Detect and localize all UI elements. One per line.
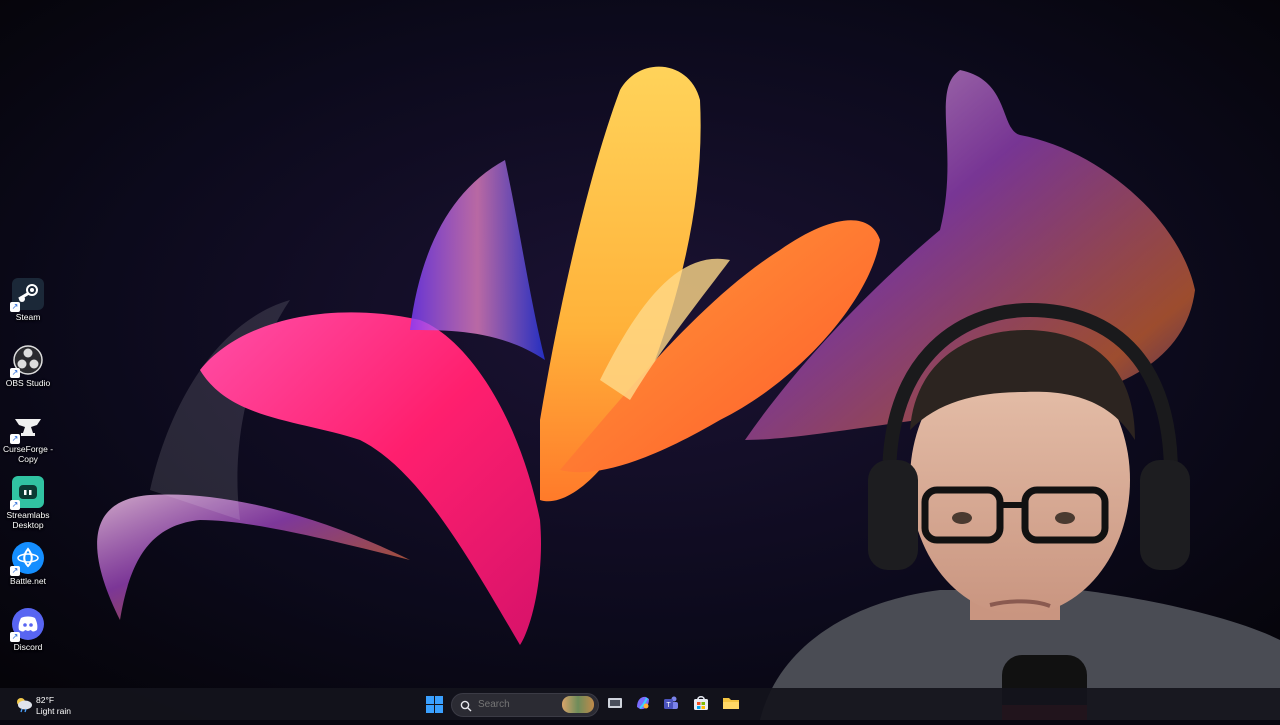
start-button[interactable] [426, 696, 443, 713]
search-icon [460, 699, 472, 712]
copilot-icon [637, 696, 649, 710]
weather-widget[interactable]: 82°F Light rain [14, 692, 94, 716]
desktop-icon-steam[interactable]: ↗ Steam [2, 276, 54, 338]
file-explorer-icon [723, 698, 739, 709]
desktop-icon-label: Streamlabs Desktop [6, 510, 50, 530]
desktop-icon-curseforge[interactable]: ↗ CurseForge - Copy [2, 408, 54, 470]
desktop-icon-label: CurseForge - Copy [2, 444, 54, 464]
search-highlight-image [562, 696, 594, 713]
desktop-icon-label: Battle.net [10, 576, 46, 586]
weather-temp: 82°F [36, 695, 55, 705]
desktop-icon-battlenet[interactable]: ↗ Battle.net [2, 540, 54, 602]
obs-icon: ↗ [10, 344, 44, 378]
desktop-icon-obs-studio[interactable]: ↗ OBS Studio [2, 342, 54, 404]
teams-button[interactable]: T [662, 694, 680, 712]
battlenet-icon: ↗ [10, 542, 44, 576]
store-button[interactable] [692, 694, 710, 712]
streamlabs-icon: ↗ [10, 476, 44, 510]
store-icon [694, 696, 708, 710]
weather-icon [14, 694, 34, 714]
svg-text:T: T [666, 702, 671, 709]
desktop-icon-label: Discord [13, 642, 43, 652]
task-view-button[interactable] [606, 694, 624, 712]
taskbar: 82°F Light rain T [0, 688, 1280, 720]
desktop-icon-label: Steam [15, 312, 41, 322]
desktop-icon-discord[interactable]: ↗ Discord [2, 606, 54, 668]
curseforge-icon: ↗ [10, 410, 44, 444]
discord-icon: ↗ [10, 608, 44, 642]
start-icon [426, 696, 443, 713]
steam-icon: ↗ [10, 278, 44, 312]
task-view-icon [608, 698, 622, 708]
weather-condition: Light rain [36, 706, 71, 716]
copilot-button[interactable] [634, 694, 652, 712]
desktop-icon-streamlabs[interactable]: ↗ Streamlabs Desktop [2, 474, 54, 536]
search-input[interactable] [478, 699, 552, 710]
desktop-icon-label: OBS Studio [5, 378, 51, 388]
teams-icon: T [664, 696, 678, 709]
file-explorer-button[interactable] [722, 694, 740, 712]
webcam-overlay [740, 300, 1280, 725]
taskbar-search[interactable] [451, 693, 599, 717]
